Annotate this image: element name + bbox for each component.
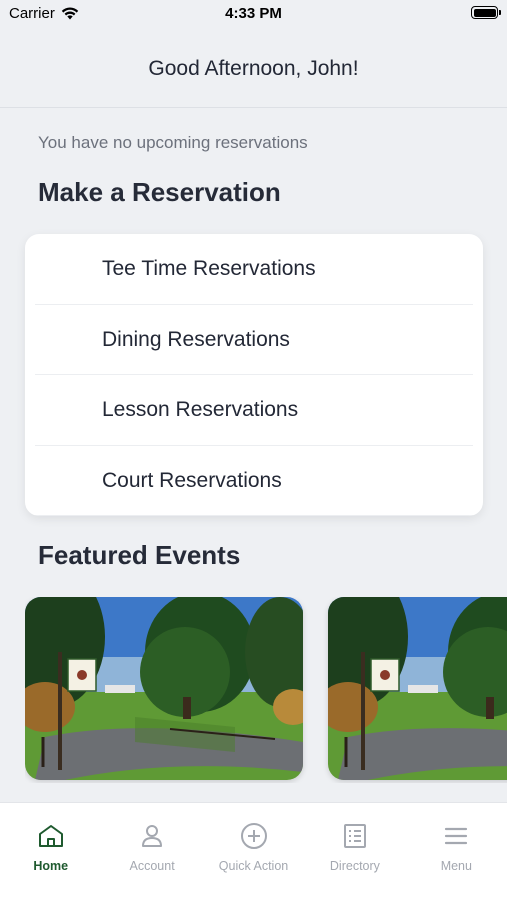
court-reservations-item[interactable]: Court Reservations	[25, 446, 483, 517]
tab-label: Menu	[440, 859, 472, 873]
event-card[interactable]	[328, 597, 507, 780]
featured-events-carousel[interactable]	[25, 597, 507, 783]
tab-label: Home	[33, 859, 69, 873]
tab-account[interactable]: Account	[101, 803, 202, 900]
battery-icon	[471, 6, 501, 19]
tab-label: Quick Action	[218, 859, 289, 873]
tab-label: Directory	[329, 859, 380, 873]
tab-quick-action[interactable]: Quick Action	[203, 803, 304, 900]
reservation-item-label: Court Reservations	[102, 468, 282, 492]
tab-home[interactable]: Home	[0, 803, 101, 900]
status-bar: Carrier 4:33 PM	[0, 0, 507, 30]
make-reservation-title: Make a Reservation	[38, 177, 281, 207]
dining-reservations-item[interactable]: Dining Reservations	[25, 305, 483, 376]
featured-events-title: Featured Events	[38, 540, 241, 570]
person-icon	[142, 825, 163, 847]
tab-menu[interactable]: Menu	[406, 803, 507, 900]
reservation-item-label: Lesson Reservations	[102, 398, 299, 422]
lesson-reservations-item[interactable]: Lesson Reservations	[25, 375, 483, 446]
greeting-title: Good Afternoon, John!	[148, 56, 359, 80]
home-icon	[38, 825, 63, 847]
hamburger-icon	[445, 827, 468, 845]
reservation-item-label: Dining Reservations	[102, 327, 290, 351]
status-time: 4:33 PM	[225, 5, 282, 22]
reservation-options-card: Tee Time Reservations Dining Reservation…	[25, 234, 483, 516]
event-image	[25, 597, 303, 780]
tab-directory[interactable]: Directory	[304, 803, 405, 900]
plus-circle-icon	[240, 823, 267, 849]
event-card[interactable]	[25, 597, 303, 780]
reservation-item-label: Tee Time Reservations	[102, 257, 316, 281]
no-reservations-message: You have no upcoming reservations	[38, 133, 308, 152]
tab-label: Account	[129, 859, 175, 873]
list-icon	[343, 824, 366, 848]
tee-time-reservations-item[interactable]: Tee Time Reservations	[25, 234, 483, 305]
bottom-tab-bar: Home Account Quick Action Directory Menu	[0, 802, 507, 900]
header: Good Afternoon, John!	[0, 30, 507, 108]
event-image	[328, 597, 507, 780]
